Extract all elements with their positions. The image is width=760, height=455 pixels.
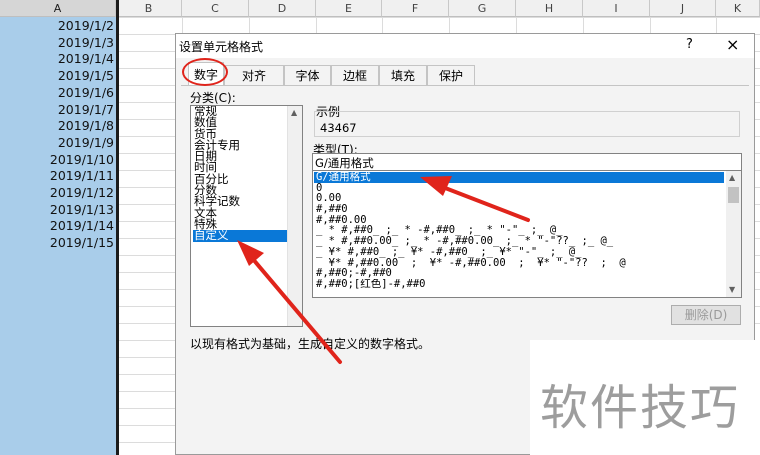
annotation-arrows <box>237 176 530 364</box>
arrowhead-format <box>420 176 452 196</box>
arrow-to-format <box>438 184 530 222</box>
arrow-to-category <box>250 256 342 364</box>
arrowhead-category <box>237 240 264 266</box>
